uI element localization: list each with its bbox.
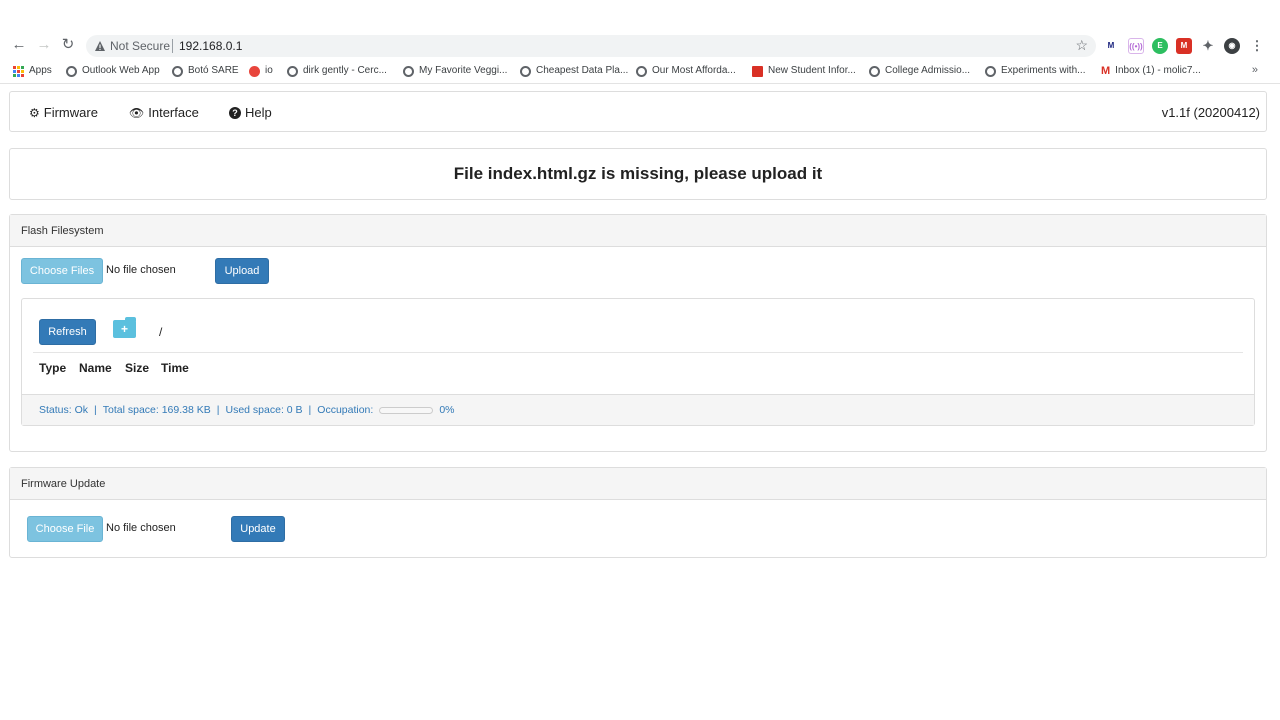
bookmark-label: New Student Infor... — [768, 65, 856, 76]
back-arrow-icon[interactable]: ← — [10, 36, 28, 54]
apps-grid-icon — [13, 65, 24, 77]
gmail-icon: M — [1101, 65, 1111, 77]
extension-icon[interactable]: M — [1103, 38, 1119, 54]
refresh-button[interactable]: Refresh — [39, 319, 96, 345]
nav-help-label: Help — [245, 105, 272, 120]
status-separator: | — [308, 404, 312, 416]
new-folder-button[interactable]: + — [113, 320, 136, 338]
address-separator — [172, 39, 173, 53]
nav-firmware[interactable]: ⚙ Firmware — [29, 105, 98, 120]
eye-icon: 👁 — [129, 105, 145, 120]
nav-interface[interactable]: 👁 Interface — [129, 105, 199, 120]
url-text[interactable]: 192.168.0.1 — [179, 39, 242, 53]
current-path: / — [159, 325, 163, 339]
occupation-label: Occupation: — [317, 404, 374, 416]
occupation-value: 0% — [439, 404, 455, 416]
bookmark-experiments[interactable]: Experiments with... — [985, 62, 1085, 80]
bookmark-dirk-gently[interactable]: dirk gently - Cerc... — [287, 62, 387, 80]
security-label[interactable]: Not Secure — [110, 39, 170, 53]
status-separator: | — [94, 404, 97, 416]
puzzle-extensions-icon[interactable]: ✦ — [1200, 38, 1216, 54]
globe-icon — [520, 65, 531, 77]
status-separator: | — [216, 404, 220, 416]
bookmark-label: My Favorite Veggi... — [419, 65, 508, 76]
panel-title: Firmware Update — [10, 468, 1266, 500]
bookmark-label: Experiments with... — [1001, 65, 1086, 76]
file-browser: Refresh + / Type Name Size Time Status: … — [21, 298, 1255, 426]
no-file-chosen-label: No file chosen — [106, 522, 176, 534]
upload-button[interactable]: Upload — [215, 258, 269, 284]
bookmark-label: Our Most Afforda... — [652, 65, 736, 76]
profile-avatar-icon[interactable]: ◉ — [1224, 38, 1240, 54]
browser-chrome: ← → ↻ Not Secure 192.168.0.1 ☆ M ((•)) E… — [0, 0, 1280, 84]
bookmark-inbox[interactable]: M Inbox (1) - molic7... — [1101, 62, 1201, 80]
column-header-size[interactable]: Size — [125, 361, 149, 375]
bookmark-data-plans[interactable]: Cheapest Data Pla... — [520, 62, 628, 80]
choose-files-button[interactable]: Choose Files — [21, 258, 103, 284]
firmware-update-panel: Firmware Update Choose File No file chos… — [9, 467, 1267, 558]
nav-help[interactable]: ? Help — [229, 105, 272, 120]
version-label: v1.1f (20200412) — [1161, 105, 1260, 120]
bookmarks-overflow-button[interactable]: » — [1252, 64, 1258, 76]
filesystem-status-bar: Status: Ok | Total space: 169.38 KB | Us… — [22, 394, 1254, 425]
bookmark-apps[interactable]: Apps — [13, 62, 52, 80]
column-header-time[interactable]: Time — [161, 361, 189, 375]
nav-interface-label: Interface — [148, 105, 199, 120]
globe-icon — [869, 65, 880, 77]
occupation-progress-bar — [379, 406, 434, 414]
column-header-name[interactable]: Name — [79, 361, 112, 375]
divider — [33, 352, 1243, 353]
panel-title: Flash Filesystem — [10, 215, 1266, 247]
kebab-menu-icon[interactable]: ⋮ — [1249, 38, 1265, 54]
bookmark-label: Botó SARE — [188, 65, 239, 76]
globe-icon — [287, 65, 298, 77]
bookmark-io[interactable]: io — [249, 62, 273, 80]
bookmark-student-info[interactable]: New Student Infor... — [752, 62, 856, 80]
gear-icon: ⚙ — [29, 105, 40, 120]
bookmark-outlook[interactable]: Outlook Web App — [66, 62, 160, 80]
alert-message: File index.html.gz is missing, please up… — [453, 164, 823, 183]
no-file-chosen-label: No file chosen — [106, 264, 176, 276]
warning-triangle-icon[interactable] — [94, 38, 106, 54]
used-space-text: Used space: 0 B — [225, 404, 303, 416]
bookmark-affordable[interactable]: Our Most Afforda... — [636, 62, 736, 80]
bookmark-veggies[interactable]: My Favorite Veggi... — [403, 62, 507, 80]
globe-icon — [403, 65, 414, 77]
globe-icon — [66, 65, 77, 77]
bookmark-label: Cheapest Data Pla... — [536, 65, 629, 76]
globe-icon — [636, 65, 647, 77]
globe-icon — [172, 65, 183, 77]
red-square-icon — [752, 65, 763, 77]
bookmark-label: Apps — [29, 65, 52, 76]
globe-icon — [985, 65, 996, 77]
total-space-text: Total space: 169.38 KB — [102, 404, 211, 416]
bookmarks-bar: Apps Outlook Web App Botó SARE io dirk g… — [0, 62, 1280, 80]
nav-firmware-label: Firmware — [43, 105, 98, 120]
bookmark-label: Outlook Web App — [82, 65, 160, 76]
bookmark-label: Inbox (1) - molic7... — [1115, 65, 1201, 76]
top-navbar: ⚙ Firmware 👁 Interface ? Help v1.1f (202… — [9, 91, 1267, 132]
extension-icon[interactable]: ((•)) — [1128, 38, 1144, 54]
evernote-elephant-icon[interactable]: E — [1152, 38, 1168, 54]
bookmark-label: College Admissio... — [885, 65, 971, 76]
column-header-type[interactable]: Type — [39, 361, 66, 375]
choose-file-button[interactable]: Choose File — [27, 516, 103, 542]
update-button[interactable]: Update — [231, 516, 285, 542]
forward-arrow-icon[interactable]: → — [35, 36, 53, 54]
extension-icon[interactable]: M — [1176, 38, 1192, 54]
flash-filesystem-panel: Flash Filesystem Choose Files No file ch… — [9, 214, 1267, 452]
bookmark-label: dirk gently - Cerc... — [303, 65, 387, 76]
alert-circle-icon — [249, 65, 260, 77]
bookmark-college[interactable]: College Admissio... — [869, 62, 970, 80]
reload-icon[interactable]: ↻ — [59, 36, 77, 54]
star-bookmark-icon[interactable]: ☆ — [1075, 37, 1088, 54]
status-text: Status: Ok — [39, 404, 89, 416]
address-bar[interactable]: Not Secure 192.168.0.1 ☆ — [86, 35, 1096, 57]
bookmark-label: io — [265, 65, 273, 76]
question-circle-icon: ? — [229, 106, 241, 119]
bookmark-boto-sare[interactable]: Botó SARE — [172, 62, 239, 80]
missing-file-alert: File index.html.gz is missing, please up… — [9, 148, 1267, 200]
